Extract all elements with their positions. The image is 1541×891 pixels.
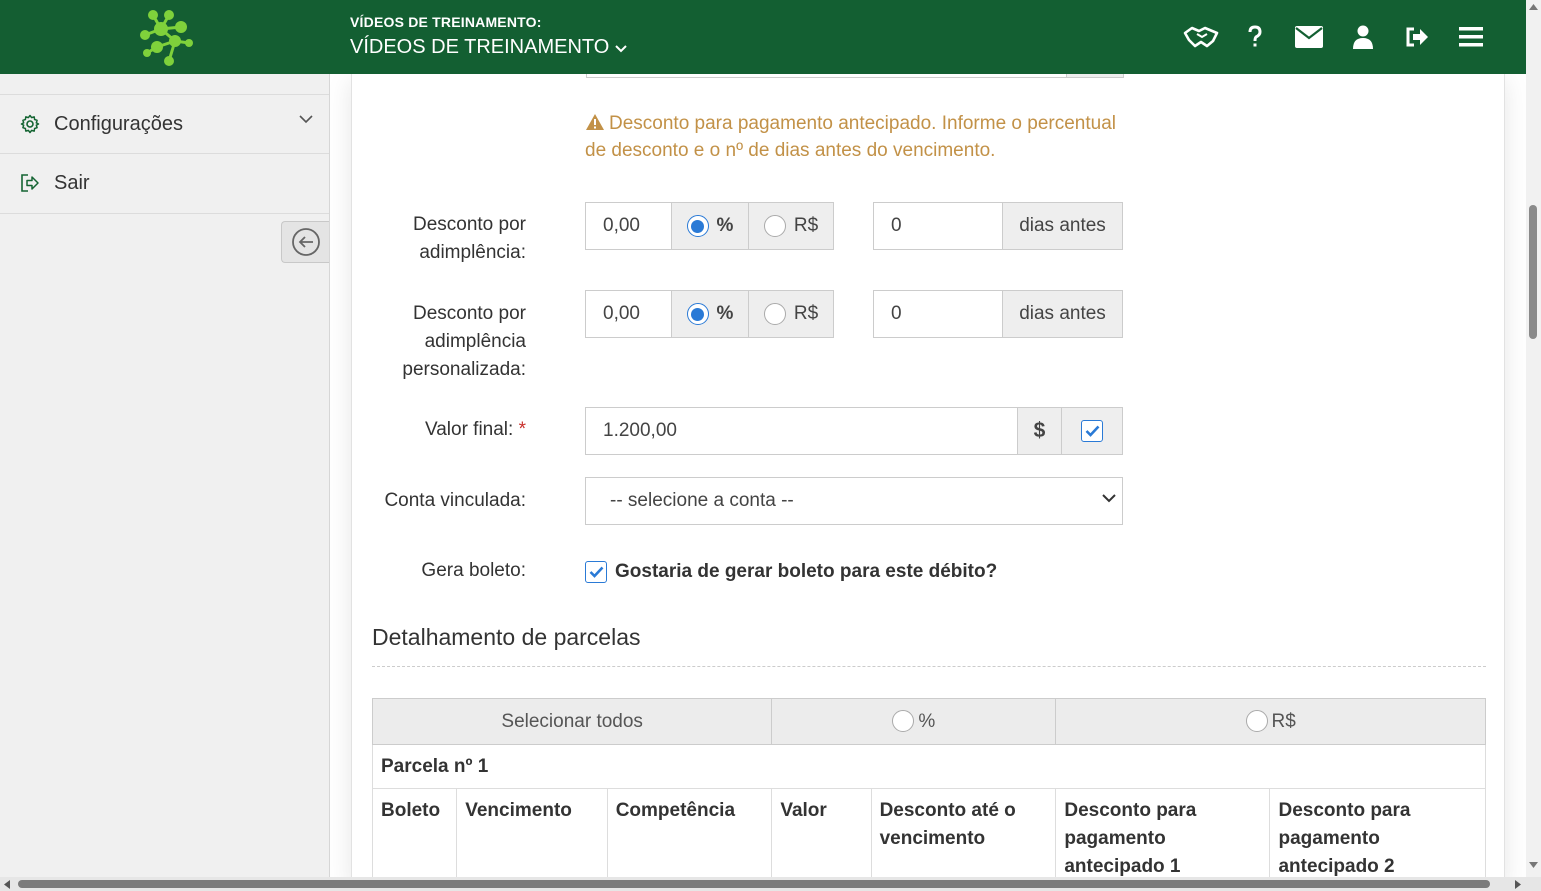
radio-unselected (763, 215, 786, 237)
radio-label: % (918, 711, 936, 732)
discount-warning: Desconto para pagamento antecipado. Info… (585, 110, 1125, 164)
gera-boleto-question: Gostaria de gerar boleto para este débit… (615, 561, 998, 582)
select-all-brl-radio[interactable]: R$ (1055, 698, 1486, 745)
desconto-adimplencia-label: Desconto por adimplência: (412, 214, 526, 263)
conta-vinculada-select[interactable]: -- selecione a conta -- (585, 477, 1123, 525)
top-bar: VÍDEOS DE TREINAMENTO: VÍDEOS DE TREINAM… (0, 0, 1526, 74)
check-icon (589, 566, 603, 578)
scroll-up-icon[interactable] (1529, 4, 1538, 10)
desconto-adimplencia-brl-radio[interactable]: R$ (748, 202, 834, 250)
gera-boleto-label: Gera boleto: (421, 560, 526, 581)
radio-selected (686, 303, 709, 325)
radio-label: R$ (1271, 711, 1296, 732)
vertical-scrollbar[interactable] (1526, 0, 1541, 877)
scroll-down-icon[interactable] (1529, 862, 1538, 868)
scrollbar-thumb[interactable] (1529, 205, 1537, 339)
gear-icon (20, 114, 40, 134)
sidebar-item-label: Sair (54, 172, 90, 194)
horizontal-scrollbar[interactable] (0, 877, 1541, 891)
collapse-sidebar-button[interactable] (281, 221, 329, 263)
radio-unselected (892, 710, 915, 732)
chevron-down-icon (299, 115, 313, 124)
column-header: Vencimento (456, 788, 608, 877)
header-icon-bar (1174, 20, 1498, 54)
radio-label: R$ (793, 215, 819, 236)
warning-text: Desconto para pagamento antecipado. Info… (585, 113, 1116, 161)
column-header: Boleto (371, 788, 458, 877)
days-suffix: dias antes (1002, 202, 1123, 250)
previous-input-stub (586, 74, 1124, 78)
exit-icon (21, 174, 39, 192)
select-all-row: Selecionar todos % R$ (371, 698, 1486, 745)
sidebar-item-sair[interactable]: Sair (0, 154, 329, 214)
desconto-personalizada-value-input[interactable]: 0,00 (585, 290, 672, 338)
parcela-row: Parcela nº 1 (372, 744, 1486, 789)
checkbox-checked (585, 561, 607, 583)
sidebar: Configurações Sair (0, 74, 330, 877)
form-panel: Desconto para pagamento antecipado. Info… (351, 74, 1505, 877)
radio-unselected (1245, 710, 1268, 732)
desconto-personalizada-days-input[interactable]: 0 (873, 290, 1003, 338)
currency-symbol: $ (1017, 407, 1062, 455)
radio-selected (686, 215, 709, 237)
help-icon[interactable] (1228, 20, 1282, 54)
logo-icon[interactable] (135, 5, 199, 69)
section-title: Detalhamento de parcelas (372, 624, 641, 650)
radio-label: R$ (793, 303, 819, 324)
mail-icon[interactable] (1282, 20, 1336, 54)
days-suffix: dias antes (1002, 290, 1123, 338)
column-header: Desconto até o vencimento (870, 788, 1057, 877)
desconto-personalizada-brl-radio[interactable]: R$ (748, 290, 834, 338)
parcela-label: Parcela nº 1 (372, 744, 1486, 789)
sidebar-item-label: Configurações (54, 112, 183, 135)
sidebar-item-configuracoes[interactable]: Configurações (0, 94, 329, 154)
chevron-down-icon (1102, 494, 1116, 503)
desconto-personalizada-label: Desconto por adimplência personalizada: (402, 303, 526, 380)
column-header: Valor (771, 788, 872, 877)
logout-icon[interactable] (1390, 20, 1444, 54)
column-header: Desconto para pagamento antecipado 1 (1055, 788, 1271, 877)
radio-unselected (763, 303, 786, 325)
required-mark: * (518, 419, 526, 440)
chevron-down-icon (615, 44, 628, 52)
section-divider (372, 666, 1486, 667)
warning-icon (586, 114, 604, 130)
scroll-right-icon[interactable] (1515, 880, 1521, 889)
handshake-icon[interactable] (1174, 20, 1228, 54)
column-header: Competência (606, 788, 773, 877)
logo-area (0, 0, 330, 74)
main-content: Desconto para pagamento antecipado. Info… (330, 74, 1526, 877)
radio-label: % (716, 303, 734, 324)
arrow-left-circle-icon (291, 228, 320, 256)
user-icon[interactable] (1336, 20, 1390, 54)
checkbox-checked (1081, 420, 1103, 442)
select-all-pct-radio[interactable]: % (771, 698, 1057, 745)
desconto-personalizada-pct-radio[interactable]: % (671, 290, 749, 338)
select-all-cell[interactable]: Selecionar todos (371, 698, 773, 745)
header-title-dropdown[interactable]: VÍDEOS DE TREINAMENTO (350, 36, 628, 59)
scrollbar-thumb[interactable] (18, 880, 1490, 888)
check-icon (1085, 425, 1099, 437)
header-title: VÍDEOS DE TREINAMENTO (350, 36, 610, 58)
radio-label: % (716, 215, 734, 236)
valor-final-label-text: Valor final: (424, 419, 514, 440)
parcelas-table: Selecionar todos % R$ Parcela nº 1 Bolet… (371, 698, 1486, 877)
valor-final-label: Valor final: * (352, 416, 526, 444)
table-header-row: Boleto Vencimento Competência Valor Desc… (371, 788, 1486, 877)
menu-icon[interactable] (1444, 20, 1498, 54)
column-header: Desconto para pagamento antecipado 2 (1269, 788, 1486, 877)
desconto-adimplencia-pct-radio[interactable]: % (671, 202, 749, 250)
header-subtitle: VÍDEOS DE TREINAMENTO: (350, 14, 542, 30)
desconto-adimplencia-days-input[interactable]: 0 (873, 202, 1003, 250)
desconto-adimplencia-value-input[interactable]: 0,00 (585, 202, 672, 250)
scroll-left-icon[interactable] (4, 880, 10, 889)
gera-boleto-checkbox[interactable]: Gostaria de gerar boleto para este débit… (585, 561, 997, 583)
conta-vinculada-label: Conta vinculada: (384, 490, 526, 511)
valor-final-checkbox[interactable] (1061, 407, 1123, 455)
valor-final-input[interactable]: 1.200,00 (585, 407, 1018, 455)
select-value: -- selecione a conta -- (610, 490, 794, 511)
